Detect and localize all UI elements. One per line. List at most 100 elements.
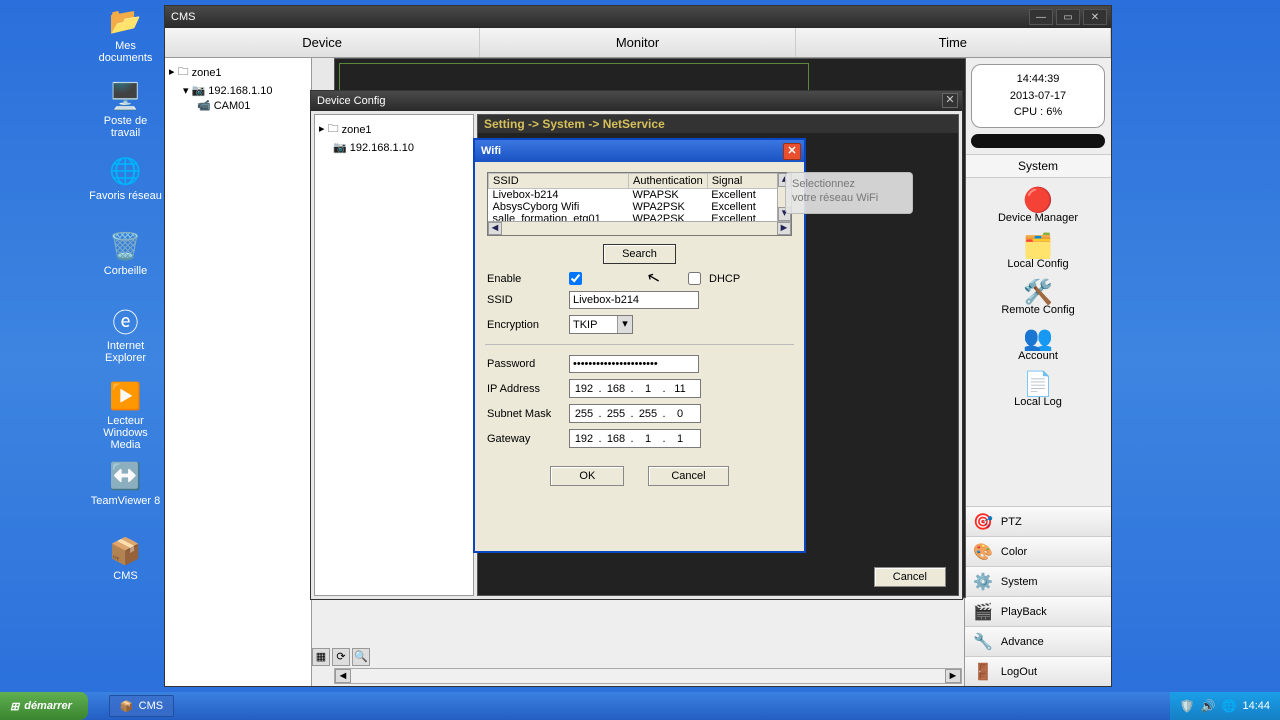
tool-icon-3[interactable]: 🔍 (352, 648, 370, 666)
ssid-input[interactable] (569, 291, 699, 309)
system-item-remote-config[interactable]: 🛠️Remote Config (999, 276, 1076, 318)
tool-icon-2[interactable]: ⟳ (332, 648, 350, 666)
clock-box: 14:44:39 2013-07-17 CPU : 6% (971, 64, 1105, 128)
side-tab-system[interactable]: ⚙️System (965, 566, 1111, 596)
side-tab-color[interactable]: 🎨Color (965, 536, 1111, 566)
devcfg-title-text: Device Config (317, 95, 385, 107)
label-enable: Enable (487, 273, 561, 285)
subnet-mask-input[interactable]: ... (569, 404, 701, 423)
menu-device[interactable]: Device (165, 28, 480, 57)
close-button[interactable]: ✕ (1083, 9, 1107, 25)
ip-address-input[interactable]: ... (569, 379, 701, 398)
ip-octet[interactable] (570, 433, 598, 445)
wifi-network-row[interactable]: Livebox-b214WPAPSKExcellent (489, 189, 791, 202)
ip-octet[interactable] (634, 383, 662, 395)
devcfg-titlebar[interactable]: Device Config ✕ (311, 91, 962, 111)
tree-ip[interactable]: ▾ 📷 192.168.1.10 (183, 83, 307, 98)
side-tab-ptz[interactable]: 🎯PTZ (965, 506, 1111, 536)
hscrollbar[interactable]: ◄► (334, 668, 962, 684)
start-button[interactable]: ⊞démarrer (0, 692, 88, 720)
devcfg-close-button[interactable]: ✕ (942, 93, 958, 108)
ip-octet[interactable] (602, 433, 630, 445)
clock-cpu: CPU : 6% (978, 104, 1098, 121)
wifi-dialog: Wifi ✕ SSID Authentication Signal Livebo… (473, 138, 806, 553)
clock-date: 2013-07-17 (978, 88, 1098, 105)
label-encryption: Encryption (487, 319, 561, 331)
tool-icon-1[interactable]: ▦ (312, 648, 330, 666)
label-gateway: Gateway (487, 433, 561, 445)
gateway-input[interactable]: ... (569, 429, 701, 448)
clock-time: 14:44:39 (978, 71, 1098, 88)
cms-titlebar[interactable]: CMS — ▭ ✕ (165, 6, 1111, 28)
system-header: System (965, 154, 1111, 178)
system-item-device-manager[interactable]: 🔴Device Manager (996, 184, 1080, 226)
ip-octet[interactable] (570, 383, 598, 395)
desktop-icon-favoris-réseau[interactable]: 🌐Favoris réseau (88, 155, 163, 202)
system-item-account[interactable]: 👥Account (1016, 322, 1060, 364)
dhcp-checkbox[interactable] (688, 272, 701, 285)
encryption-select[interactable]: TKIP▾ (569, 315, 633, 334)
chevron-down-icon[interactable]: ▾ (617, 316, 632, 333)
minimize-button[interactable]: — (1029, 9, 1053, 25)
devcfg-tree-zone[interactable]: ▸ 🗀 zone1 (319, 119, 469, 140)
ip-octet[interactable] (666, 433, 694, 445)
side-tab-playback[interactable]: 🎬PlayBack (965, 596, 1111, 626)
cms-menu: Device Monitor Time (165, 28, 1111, 58)
side-tab-logout[interactable]: 🚪LogOut (965, 656, 1111, 686)
volume-bar[interactable] (971, 134, 1105, 148)
col-ssid[interactable]: SSID (489, 174, 629, 189)
ip-octet[interactable] (666, 383, 694, 395)
tray-icon[interactable]: 🌐 (1222, 699, 1237, 713)
label-subnet: Subnet Mask (487, 408, 561, 420)
tray-icon[interactable]: 🛡️ (1180, 699, 1195, 713)
password-input[interactable] (569, 355, 699, 373)
devcfg-tree-ip[interactable]: 📷 192.168.1.10 (333, 140, 469, 155)
cms-right-panel: 14:44:39 2013-07-17 CPU : 6% System 🔴Dev… (964, 58, 1111, 686)
taskbar-item-cms[interactable]: 📦CMS (109, 695, 174, 717)
devcfg-cancel-button[interactable]: Cancel (874, 567, 946, 587)
label-password: Password (487, 358, 561, 370)
wifi-close-button[interactable]: ✕ (783, 143, 801, 160)
system-tray[interactable]: 🛡️ 🔊 🌐 14:44 (1170, 692, 1280, 720)
tree-cam[interactable]: 📹 CAM01 (197, 98, 307, 113)
tree-zone[interactable]: ▸ 🗀 zone1 (169, 62, 307, 83)
desktop-icon-teamviewer-8[interactable]: ↔️TeamViewer 8 (88, 460, 163, 507)
maximize-button[interactable]: ▭ (1056, 9, 1080, 25)
ip-octet[interactable] (634, 408, 662, 420)
desktop-icon-corbeille[interactable]: 🗑️Corbeille (88, 230, 163, 277)
wifi-network-list[interactable]: SSID Authentication Signal Livebox-b214W… (487, 172, 792, 236)
desktop-icon-poste-de-travail[interactable]: 🖥️Poste de travail (88, 80, 163, 139)
wifi-network-row[interactable]: AbsysCyborg WifiWPA2PSKExcellent (489, 201, 791, 213)
devcfg-breadcrumb: Setting -> System -> NetService (478, 115, 958, 133)
cms-bottom-panel: ▦ ⟳ 🔍 ◄► (312, 598, 964, 686)
wifi-hscrollbar[interactable]: ◄► (488, 221, 791, 235)
side-tab-advance[interactable]: 🔧Advance (965, 626, 1111, 656)
cms-device-tree[interactable]: ▸ 🗀 zone1 ▾ 📷 192.168.1.10 📹 CAM01 (165, 58, 312, 686)
ip-octet[interactable] (570, 408, 598, 420)
col-auth[interactable]: Authentication (629, 174, 708, 189)
enable-checkbox[interactable] (569, 272, 582, 285)
menu-monitor[interactable]: Monitor (480, 28, 795, 57)
tray-clock[interactable]: 14:44 (1242, 700, 1270, 712)
menu-time[interactable]: Time (796, 28, 1111, 57)
wifi-cancel-button[interactable]: Cancel (648, 466, 728, 486)
wifi-search-button[interactable]: Search (603, 244, 676, 264)
desktop-icon-internet-explorer[interactable]: ⓔInternet Explorer (88, 305, 163, 364)
wifi-titlebar[interactable]: Wifi ✕ (475, 140, 804, 162)
label-ssid: SSID (487, 294, 561, 306)
label-dhcp: DHCP (709, 273, 740, 285)
desktop-icon-mes-documents[interactable]: 📂Mes documents (88, 5, 163, 64)
devcfg-tree[interactable]: ▸ 🗀 zone1 📷 192.168.1.10 (314, 114, 474, 596)
tray-icon[interactable]: 🔊 (1201, 699, 1216, 713)
ip-octet[interactable] (634, 433, 662, 445)
system-item-local-config[interactable]: 🗂️Local Config (1005, 230, 1070, 272)
desktop-icon-cms[interactable]: 📦CMS (88, 535, 163, 582)
desktop: 📂Mes documents 🖥️Poste de travail 🌐Favoris… (0, 0, 1280, 692)
desktop-icon-lecteur-windows-media[interactable]: ▶️Lecteur Windows Media (88, 380, 163, 451)
ip-octet[interactable] (602, 383, 630, 395)
ip-octet[interactable] (602, 408, 630, 420)
taskbar[interactable]: ⊞démarrer 📦CMS 🛡️ 🔊 🌐 14:44 (0, 692, 1280, 720)
ip-octet[interactable] (666, 408, 694, 420)
wifi-ok-button[interactable]: OK (550, 466, 624, 486)
system-item-local-log[interactable]: 📄Local Log (1012, 368, 1064, 410)
